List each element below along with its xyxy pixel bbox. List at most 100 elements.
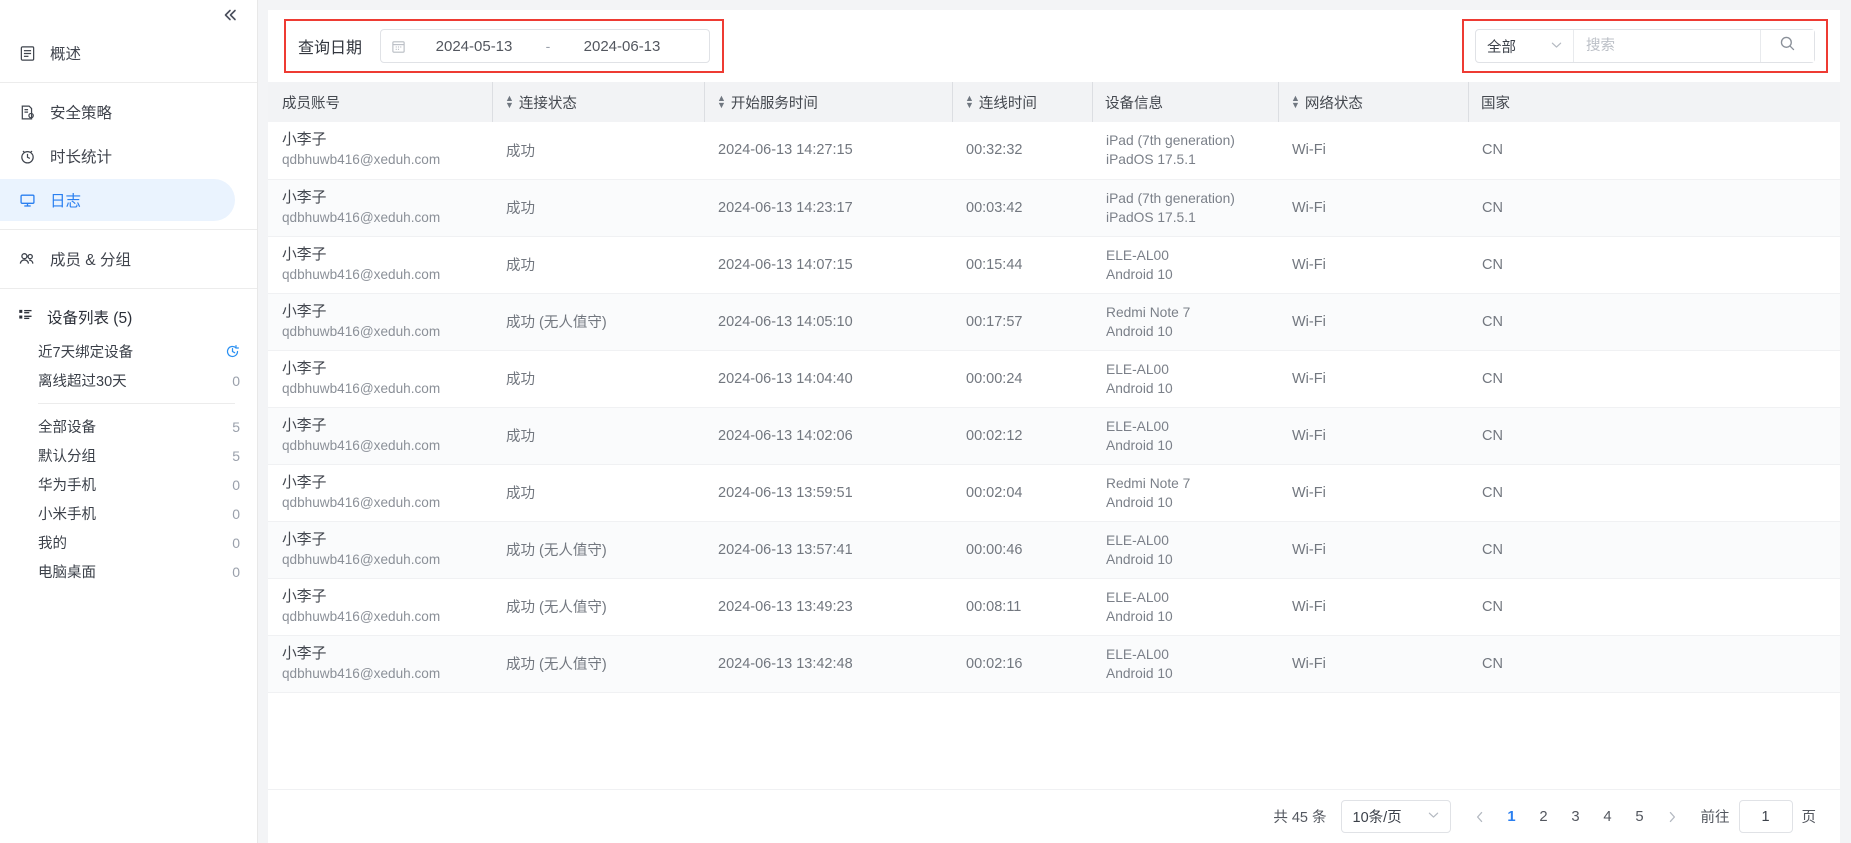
- sidebar-nav-group-2: 安全策略 时长统计 日志: [0, 91, 257, 221]
- calendar-icon: [391, 39, 407, 54]
- cell-country: CN: [1468, 122, 1840, 180]
- cell-duration: 00:17:57: [952, 293, 1092, 351]
- column-header-account[interactable]: 成员账号: [268, 82, 492, 122]
- device-group-all[interactable]: 全部设备 5: [0, 412, 257, 441]
- date-filter-label: 查询日期: [298, 40, 363, 57]
- table-row[interactable]: 小李子 qdbhuwb416@xeduh.com 成功 2024-06-13 13:5…: [268, 464, 1840, 522]
- log-panel: 查询日期 2024-05-13 - 2024-06-13 全部 搜索 成员账号 …: [268, 10, 1840, 843]
- sidebar-item-security-policy[interactable]: 安全策略: [0, 91, 235, 133]
- cell-duration: 00:02:12: [952, 407, 1092, 465]
- account-email: qdbhuwb416@xeduh.com: [282, 608, 441, 624]
- table-row[interactable]: 小李子 qdbhuwb416@xeduh.com 成功 (无人值守) 2024-06-…: [268, 293, 1840, 351]
- device-row-offline-30days[interactable]: 离线超过30天 0: [0, 366, 257, 395]
- sort-icon[interactable]: ▲ ▼: [717, 94, 726, 110]
- column-header-device-info[interactable]: 设备信息: [1092, 82, 1278, 122]
- device-group-count: 0: [232, 476, 240, 493]
- account-name: 小李子: [282, 645, 327, 662]
- sidebar-item-overview[interactable]: 概述: [0, 32, 235, 74]
- account-name: 小李子: [282, 246, 327, 263]
- column-header-country[interactable]: 国家: [1468, 82, 1840, 122]
- device-os: iPadOS 17.5.1: [1106, 152, 1196, 168]
- date-end-value[interactable]: 2024-06-13: [559, 38, 685, 55]
- search-input[interactable]: [1574, 30, 1760, 62]
- device-os: Android 10: [1106, 437, 1173, 453]
- pagination-page-1[interactable]: 1: [1497, 802, 1527, 832]
- pagination-page-3[interactable]: 3: [1561, 802, 1591, 832]
- device-list-title[interactable]: 设备列表 (5): [0, 297, 257, 337]
- sort-icon[interactable]: ▲ ▼: [505, 94, 514, 110]
- pagination-page-4[interactable]: 4: [1593, 802, 1623, 832]
- table-row[interactable]: 小李子 qdbhuwb416@xeduh.com 成功 2024-06-13 14:0…: [268, 407, 1840, 465]
- column-header-duration[interactable]: ▲ ▼ 连线时间: [952, 82, 1092, 122]
- device-row-recent-7days[interactable]: 近7天绑定设备: [0, 337, 257, 366]
- column-header-network-status[interactable]: ▲ ▼ 网络状态: [1278, 82, 1468, 122]
- double-chevron-left-icon[interactable]: [219, 4, 241, 26]
- column-label: 连线时间: [978, 95, 1037, 112]
- pagination-jump: 前往 页: [1701, 800, 1817, 833]
- pagination-page-5[interactable]: 5: [1625, 802, 1655, 832]
- device-model: ELE-AL00: [1106, 418, 1169, 434]
- column-header-start-time[interactable]: ▲ ▼ 开始服务时间: [704, 82, 952, 122]
- sidebar-divider-1: [0, 82, 257, 83]
- table-row[interactable]: 小李子 qdbhuwb416@xeduh.com 成功 2024-06-13 14:2…: [268, 122, 1840, 180]
- cell-account: 小李子 qdbhuwb416@xeduh.com: [268, 635, 492, 693]
- table-row[interactable]: 小李子 qdbhuwb416@xeduh.com 成功 (无人值守) 2024-06-…: [268, 578, 1840, 636]
- sidebar-item-members-groups[interactable]: 成员 & 分组: [0, 238, 235, 280]
- device-os: Android 10: [1106, 608, 1173, 624]
- table-row[interactable]: 小李子 qdbhuwb416@xeduh.com 成功 2024-06-13 14:0…: [268, 236, 1840, 294]
- device-group-default[interactable]: 默认分组 5: [0, 441, 257, 470]
- sidebar-item-logs[interactable]: 日志: [0, 179, 235, 221]
- search-scope-select[interactable]: 全部: [1476, 30, 1574, 62]
- cell-network-status: Wi-Fi: [1278, 464, 1468, 522]
- device-row-count: 0: [232, 372, 240, 389]
- device-group-xiaomi[interactable]: 小米手机 0: [0, 499, 257, 528]
- device-list-group-rows: 全部设备 5 默认分组 5 华为手机 0 小米手机 0 我的 0 电脑桌面 0: [0, 412, 257, 586]
- cell-connection-status: 成功: [492, 236, 704, 294]
- cell-network-status: Wi-Fi: [1278, 236, 1468, 294]
- device-group-label: 我的: [38, 536, 67, 552]
- sort-icon[interactable]: ▲ ▼: [965, 94, 974, 110]
- cell-connection-status: 成功 (无人值守): [492, 635, 704, 693]
- date-start-value[interactable]: 2024-05-13: [411, 38, 537, 55]
- date-range-input[interactable]: 2024-05-13 - 2024-06-13: [380, 29, 711, 63]
- table-row[interactable]: 小李子 qdbhuwb416@xeduh.com 成功 2024-06-13 14:2…: [268, 179, 1840, 237]
- cell-network-status: Wi-Fi: [1278, 293, 1468, 351]
- device-group-count: 0: [232, 505, 240, 522]
- device-group-huawei[interactable]: 华为手机 0: [0, 470, 257, 499]
- cell-connection-status: 成功 (无人值守): [492, 293, 704, 351]
- cell-network-status: Wi-Fi: [1278, 635, 1468, 693]
- sidebar-item-duration-stats[interactable]: 时长统计: [0, 135, 235, 177]
- cell-device-info: ELE-AL00 Android 10: [1092, 407, 1278, 465]
- table-row[interactable]: 小李子 qdbhuwb416@xeduh.com 成功 (无人值守) 2024-06-…: [268, 635, 1840, 693]
- sidebar-item-label: 时长统计: [50, 149, 113, 166]
- account-email: qdbhuwb416@xeduh.com: [282, 380, 441, 396]
- sidebar: 概述 安全策略 时长统计 日志 成员 & 分组 设备列表 (5) 近7天绑定设备…: [0, 0, 258, 843]
- pagination-next-button[interactable]: [1657, 802, 1687, 832]
- pagination-prev-button[interactable]: [1465, 802, 1495, 832]
- account-email: qdbhuwb416@xeduh.com: [282, 152, 441, 168]
- clock-icon: [17, 146, 37, 166]
- cell-country: CN: [1468, 521, 1840, 579]
- search-button[interactable]: [1760, 30, 1814, 62]
- history-clock-icon[interactable]: [225, 344, 240, 359]
- pagination-page-2[interactable]: 2: [1529, 802, 1559, 832]
- pagination-jump-input[interactable]: [1738, 800, 1793, 833]
- account-email: qdbhuwb416@xeduh.com: [282, 323, 441, 339]
- table-row[interactable]: 小李子 qdbhuwb416@xeduh.com 成功 2024-06-13 14:0…: [268, 350, 1840, 408]
- device-model: ELE-AL00: [1106, 247, 1169, 263]
- cell-start-time: 2024-06-13 14:27:15: [704, 122, 952, 180]
- device-group-mine[interactable]: 我的 0: [0, 528, 257, 557]
- list-icon: [17, 306, 34, 328]
- device-group-desktop[interactable]: 电脑桌面 0: [0, 557, 257, 586]
- page-size-select[interactable]: 10条/页: [1340, 800, 1451, 833]
- column-header-connection-status[interactable]: ▲ ▼ 连接状态: [492, 82, 704, 122]
- cell-country: CN: [1468, 179, 1840, 237]
- pagination-jump-suffix: 页: [1801, 810, 1817, 826]
- cell-account: 小李子 qdbhuwb416@xeduh.com: [268, 407, 492, 465]
- device-model: iPad (7th generation): [1106, 190, 1235, 206]
- device-model: ELE-AL00: [1106, 589, 1169, 605]
- sort-icon[interactable]: ▲ ▼: [1291, 94, 1300, 110]
- search-icon: [1779, 35, 1796, 57]
- device-group-label: 小米手机: [38, 507, 96, 523]
- table-row[interactable]: 小李子 qdbhuwb416@xeduh.com 成功 (无人值守) 2024-06-…: [268, 521, 1840, 579]
